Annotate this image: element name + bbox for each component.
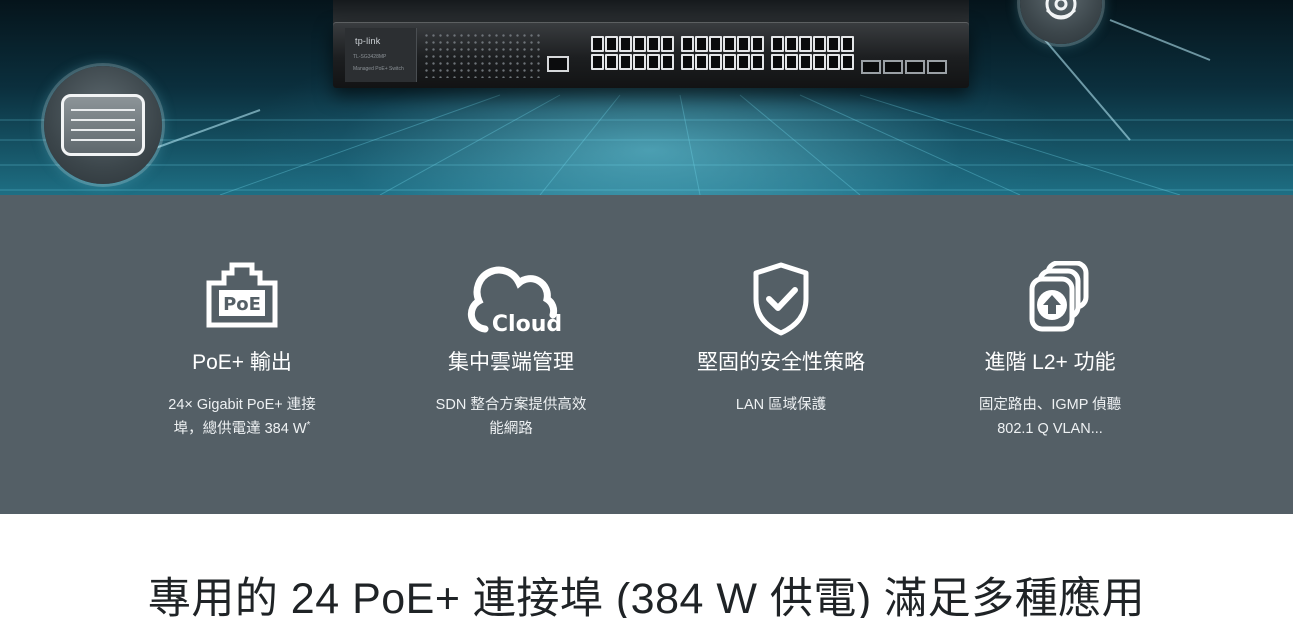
rj45-port: [841, 36, 854, 52]
rj45-port: [785, 36, 798, 52]
switch-top-edge: [333, 0, 969, 24]
rj45-port: [813, 54, 826, 70]
feature-description: 24× Gigabit PoE+ 連接 埠，總供電達 384 W*: [127, 393, 357, 441]
feature-desc-line: 24× Gigabit PoE+ 連接: [168, 397, 316, 413]
footnote-marker: *: [306, 420, 311, 431]
rj45-port: [771, 36, 784, 52]
rj45-port: [591, 54, 604, 70]
poe-port-icon: PoE: [192, 261, 292, 341]
cloud-icon-label: Cloud: [492, 312, 561, 337]
access-point-bubble: [44, 66, 162, 184]
rj45-port: [737, 54, 750, 70]
switch-led-panel: [423, 32, 543, 78]
network-switch-image: tp-link TL-SG3428MP Managed PoE+ Switch: [333, 22, 969, 88]
rj45-port: [591, 36, 604, 52]
access-point-vent: [71, 119, 135, 121]
rj45-port: [633, 36, 646, 52]
feature-title: 堅固的安全性策略: [697, 351, 865, 374]
feature-desc-line: 802.1 Q VLAN...: [997, 421, 1103, 437]
sfp-port: [927, 60, 947, 74]
feature-description: LAN 區域保護: [666, 393, 896, 417]
feature-desc-line: 埠，總供電達 384 W*: [127, 417, 357, 441]
rj45-port: [661, 54, 674, 70]
access-point-vent: [71, 109, 135, 111]
access-point-icon: [61, 94, 145, 156]
feature-desc-line: SDN 整合方案提供高效: [435, 397, 587, 413]
switch-subtitle-label: Managed PoE+ Switch: [353, 66, 404, 72]
feature-desc-text: 埠，總供電達 384 W: [173, 421, 307, 437]
console-port: [547, 56, 569, 72]
feature-title: PoE+ 輸出: [192, 351, 292, 374]
rj45-port: [723, 54, 736, 70]
switch-model-label: TL-SG3428MP: [353, 54, 387, 60]
access-point-vent: [71, 139, 135, 141]
switch-brand-label: tp-link: [355, 36, 381, 46]
feature-title: 進階 L2+ 功能: [984, 351, 1116, 374]
rj45-port-group-1: [591, 36, 674, 70]
rj45-port-group-3: [771, 36, 854, 70]
rj45-port: [709, 54, 722, 70]
shield-check-icon: [731, 261, 831, 341]
rj45-port-group-2: [681, 36, 764, 70]
rj45-port: [827, 36, 840, 52]
rj45-port: [695, 54, 708, 70]
sfp-port: [861, 60, 881, 74]
rj45-port: [605, 36, 618, 52]
rj45-port: [605, 54, 618, 70]
rj45-port: [695, 36, 708, 52]
rj45-port: [785, 54, 798, 70]
sfp-port: [883, 60, 903, 74]
rj45-port: [737, 36, 750, 52]
rj45-port: [827, 54, 840, 70]
rj45-port: [681, 54, 694, 70]
feature-desc-line: LAN 區域保護: [735, 397, 827, 413]
feature-band: PoE PoE+ 輸出 24× Gigabit PoE+ 連接 埠，總供電達 3…: [0, 195, 1293, 514]
feature-desc-line: 能網路: [489, 421, 533, 437]
rj45-port: [709, 36, 722, 52]
rj45-port: [661, 36, 674, 52]
rj45-port: [751, 54, 764, 70]
rj45-port: [799, 36, 812, 52]
rj45-port: [619, 36, 632, 52]
section-headline: 專用的 24 PoE+ 連接埠 (384 W 供電) 滿足多種應用: [147, 575, 1146, 618]
rj45-port: [619, 54, 632, 70]
rj45-port: [771, 54, 784, 70]
rj45-port: [813, 36, 826, 52]
feature-title: 集中雲端管理: [448, 351, 574, 374]
rj45-port: [633, 54, 646, 70]
rj45-port: [647, 54, 660, 70]
rj45-port: [751, 36, 764, 52]
sfp-port: [905, 60, 925, 74]
rj45-port: [647, 36, 660, 52]
rj45-port: [841, 54, 854, 70]
poe-icon-label: PoE: [223, 294, 261, 315]
camera-icon: [1045, 0, 1077, 20]
sfp-port-group: [861, 60, 947, 74]
feature-description: SDN 整合方案提供高效 能網路: [396, 393, 626, 441]
hero-banner: tp-link TL-SG3428MP Managed PoE+ Switch: [0, 0, 1293, 195]
rj45-port: [799, 54, 812, 70]
stacked-upgrade-icon: [1000, 261, 1100, 341]
access-point-vent: [71, 129, 135, 131]
feature-description: 固定路由、IGMP 偵聽 802.1 Q VLAN...: [935, 393, 1165, 441]
feature-desc-line: 固定路由、IGMP 偵聽: [978, 397, 1122, 413]
rj45-port: [723, 36, 736, 52]
rj45-port: [681, 36, 694, 52]
cloud-icon: Cloud: [461, 261, 561, 341]
